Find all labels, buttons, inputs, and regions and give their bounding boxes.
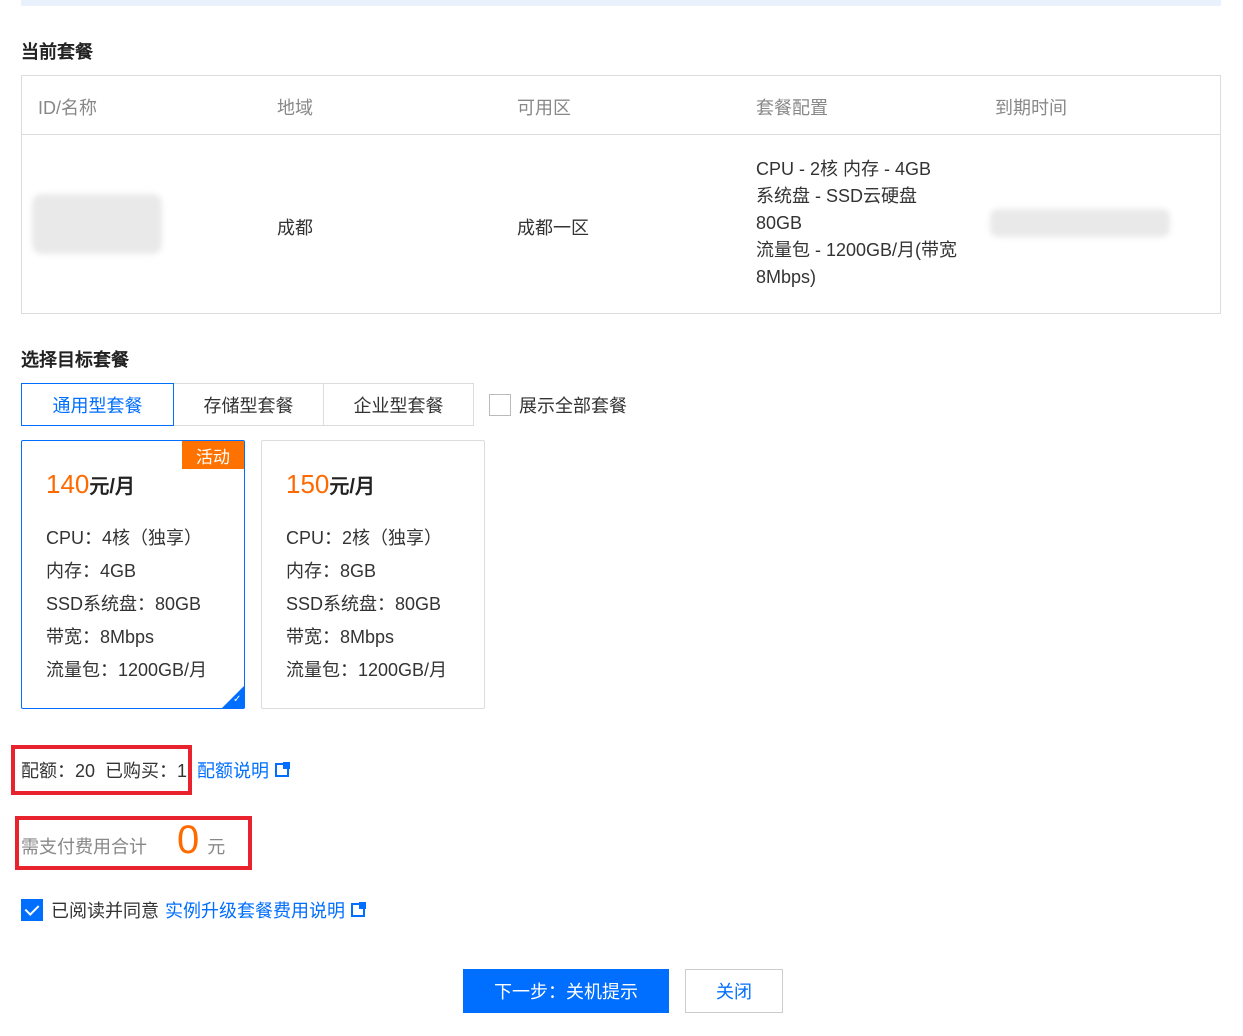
- fee-doc-link[interactable]: 实例升级套餐费用说明: [165, 897, 345, 923]
- show-all-label: 展示全部套餐: [519, 396, 627, 416]
- promo-badge: 活动: [182, 441, 244, 469]
- plan-spec: 内存：4GB: [46, 561, 137, 581]
- plan-price: 150元/月: [286, 469, 375, 500]
- show-all-toggle[interactable]: 展示全部套餐: [489, 392, 627, 418]
- selected-check-icon: ✓: [222, 686, 244, 708]
- external-link-icon[interactable]: [275, 762, 291, 777]
- highlight-box-total: [15, 816, 252, 870]
- price-unit: 元/月: [89, 476, 135, 498]
- header-expire: 到期时间: [995, 98, 1067, 118]
- table-header: ID/名称 地域 可用区 套餐配置 到期时间: [22, 76, 1220, 135]
- spec-line: 8Mbps): [756, 267, 817, 287]
- top-strip: [21, 0, 1221, 6]
- spec-line: 80GB: [756, 213, 803, 233]
- spec-line: 流量包 - 1200GB/月(带宽: [756, 240, 958, 260]
- plan-spec: SSD系统盘：80GB: [286, 594, 442, 614]
- redacted-expire-time: [990, 209, 1170, 237]
- current-package-table: ID/名称 地域 可用区 套餐配置 到期时间 成都 成都一区 CPU - 2核 …: [21, 75, 1221, 314]
- plan-card-140[interactable]: 活动 140元/月 CPU：4核（独享） 内存：4GB SSD系统盘：80GB …: [21, 440, 245, 709]
- plan-spec: SSD系统盘：80GB: [46, 594, 202, 614]
- header-id-name: ID/名称: [38, 98, 98, 118]
- agreement: 已阅读并同意 实例升级套餐费用说明: [21, 897, 366, 923]
- spec-line: 系统盘 - SSD云硬盘: [756, 186, 918, 206]
- next-button[interactable]: 下一步：关机提示: [463, 969, 669, 1013]
- target-package-title: 选择目标套餐: [21, 350, 129, 370]
- header-zone: 可用区: [517, 98, 571, 118]
- highlight-box-quota: [11, 745, 192, 795]
- tab-general[interactable]: 通用型套餐: [21, 383, 174, 426]
- price-value: 150: [286, 469, 330, 499]
- price-unit: 元/月: [329, 476, 375, 498]
- current-package-title: 当前套餐: [21, 42, 93, 62]
- tab-storage[interactable]: 存储型套餐: [174, 383, 324, 426]
- plan-card-150[interactable]: 150元/月 CPU：2核（独享） 内存：8GB SSD系统盘：80GB 带宽：…: [261, 440, 485, 709]
- plan-spec: CPU：4核（独享）: [46, 528, 203, 548]
- plan-spec: 内存：8GB: [286, 561, 377, 581]
- price-value: 140: [46, 469, 90, 499]
- plan-spec: 流量包：1200GB/月: [286, 660, 448, 680]
- show-all-checkbox[interactable]: [489, 394, 511, 416]
- agree-checkbox[interactable]: [21, 899, 43, 921]
- close-button[interactable]: 关闭: [685, 969, 783, 1013]
- spec-line: CPU - 2核 内存 - 4GB: [756, 159, 932, 179]
- plan-price: 140元/月: [46, 469, 135, 500]
- package-type-tabs: 通用型套餐 存储型套餐 企业型套餐: [21, 383, 474, 427]
- plan-spec: 带宽：8Mbps: [46, 627, 155, 647]
- quota-help-link[interactable]: 配额说明: [197, 757, 269, 783]
- cell-zone: 成都一区: [517, 218, 589, 238]
- plan-spec: 流量包：1200GB/月: [46, 660, 208, 680]
- cell-region: 成都: [277, 218, 313, 238]
- header-spec: 套餐配置: [756, 98, 828, 118]
- external-link-icon[interactable]: [351, 902, 366, 917]
- plan-spec: CPU：2核（独享）: [286, 528, 443, 548]
- plan-spec: 带宽：8Mbps: [286, 627, 395, 647]
- tab-enterprise[interactable]: 企业型套餐: [324, 383, 474, 426]
- cell-spec: CPU - 2核 内存 - 4GB 系统盘 - SSD云硬盘 80GB 流量包 …: [756, 156, 976, 291]
- redacted-instance-id: [32, 194, 162, 254]
- agree-text: 已阅读并同意: [51, 901, 159, 921]
- header-region: 地域: [277, 98, 313, 118]
